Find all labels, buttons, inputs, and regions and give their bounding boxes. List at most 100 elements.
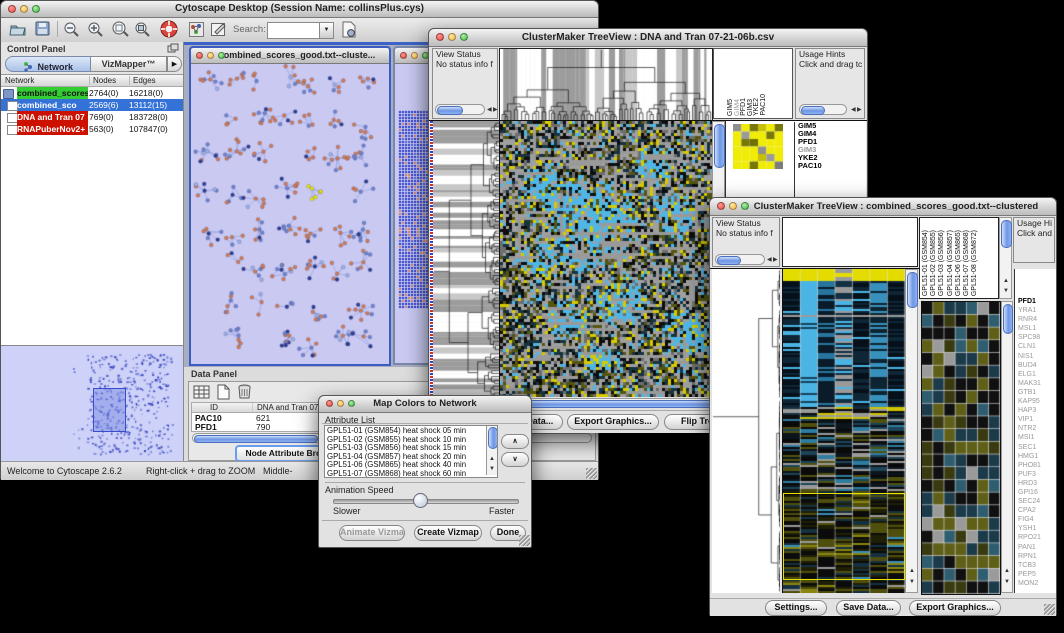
zoom-out-icon[interactable] [63, 21, 80, 38]
scroll-right-icon[interactable]: ▶ [773, 257, 778, 263]
gene-label[interactable]: GTB1 [1018, 388, 1056, 397]
gene-label[interactable]: HRD3 [1018, 479, 1056, 488]
search-dropdown-button[interactable]: ▼ [319, 22, 334, 39]
gene-label[interactable]: PFD1 [1018, 297, 1056, 306]
overview-selection-rect[interactable] [93, 388, 126, 432]
gene-label[interactable]: GIM5 [798, 122, 868, 130]
close-icon[interactable] [8, 5, 16, 13]
zoom-window-icon[interactable] [460, 33, 468, 41]
table-cell[interactable]: 790 [256, 422, 270, 432]
col-nodes[interactable]: Nodes [89, 76, 116, 85]
gene-label[interactable]: NIS1 [1018, 352, 1056, 361]
resize-grip[interactable] [1044, 604, 1055, 615]
tv2-zoom-heatmap[interactable] [921, 301, 1001, 595]
resize-grip[interactable] [586, 468, 597, 479]
close-icon[interactable] [400, 52, 407, 59]
attribute-list-item[interactable]: GPL51-07 (GSM868) heat shock 60 min [327, 470, 483, 479]
close-icon[interactable] [196, 52, 203, 59]
tv1-zoom-heatmap[interactable] [733, 124, 783, 169]
tv1-status-scrollbar[interactable] [435, 104, 485, 115]
tv2-export-graphics-button[interactable]: Export Graphics... [909, 600, 1001, 616]
scroll-up-icon[interactable]: ▲ [1003, 278, 1009, 284]
gene-label[interactable]: RNR4 [1018, 315, 1056, 324]
tv1-heatmap-hscrollbar[interactable] [501, 398, 715, 408]
tv2-status-scrollbar[interactable] [715, 254, 765, 265]
scroll-left-icon[interactable]: ◀ [851, 107, 856, 113]
id-column-header[interactable]: ID [210, 403, 218, 412]
tv2-zoom-vscrollbar[interactable]: ▲ ▼ [1001, 301, 1013, 593]
tv2-labels-vscrollbar[interactable]: ▲ ▼ [999, 217, 1012, 299]
tv1-hints-scrollbar[interactable] [799, 104, 847, 115]
scroll-down-icon[interactable]: ▼ [909, 579, 915, 585]
gene-label[interactable]: MSI1 [1018, 433, 1056, 442]
zoom-window-icon[interactable] [32, 5, 40, 13]
tab-network[interactable]: Network [5, 56, 91, 72]
search-input[interactable] [267, 22, 325, 39]
gene-label[interactable]: NTR2 [1018, 424, 1056, 433]
gene-label[interactable]: PEP5 [1018, 570, 1056, 579]
minimize-icon[interactable] [337, 400, 344, 407]
gene-label[interactable]: SEC24 [1018, 497, 1056, 506]
treeview1-titlebar[interactable]: ClusterMaker TreeView : DNA and Tran 07-… [429, 29, 867, 47]
gene-label[interactable]: VIP1 [1018, 415, 1056, 424]
scroll-right-icon[interactable]: ▶ [493, 107, 498, 113]
gene-label[interactable]: PAN1 [1018, 543, 1056, 552]
network-settings-icon[interactable] [341, 21, 357, 38]
column-label[interactable]: PAC10 [761, 94, 768, 116]
dialog-titlebar[interactable]: Map Colors to Network [319, 396, 531, 413]
gene-label[interactable]: PHO81 [1018, 461, 1056, 470]
gene-label[interactable]: MSL1 [1018, 324, 1056, 333]
gene-label[interactable]: YRA1 [1018, 306, 1056, 315]
scroll-down-icon[interactable]: ▼ [1003, 288, 1009, 294]
gene-label[interactable]: HMG1 [1018, 452, 1056, 461]
tv2-settings-button[interactable]: Settings... [765, 600, 827, 616]
new-attribute-icon[interactable] [216, 384, 231, 400]
gene-label[interactable]: PAC10 [798, 162, 868, 170]
animate-vizmap-button[interactable]: Animate Vizmap [339, 525, 405, 541]
zoom-selected-icon[interactable] [111, 21, 130, 38]
zoom-fit-icon[interactable] [134, 21, 151, 38]
gene-label[interactable]: HAP3 [1018, 406, 1056, 415]
delete-attribute-icon[interactable] [237, 384, 252, 400]
resize-grip[interactable] [519, 535, 530, 546]
column-label[interactable]: GPL51-03 (GSM856) [939, 230, 946, 296]
window-controls[interactable] [8, 5, 40, 13]
help-icon[interactable] [160, 20, 178, 38]
close-icon[interactable] [717, 202, 725, 210]
gene-label[interactable]: CPA2 [1018, 506, 1056, 515]
zoom-window-icon[interactable] [218, 52, 225, 59]
gene-label[interactable]: MON2 [1018, 579, 1056, 588]
gene-label[interactable]: MAK31 [1018, 379, 1056, 388]
scroll-down-icon[interactable]: ▼ [1004, 579, 1010, 585]
network-table-row[interactable]: combined_scores2764(0)16218(0) [1, 87, 183, 99]
col-edges[interactable]: Edges [129, 76, 156, 85]
column-label[interactable]: GPL51-04 (GSM857) [948, 230, 955, 296]
gene-label[interactable]: GIM4 [798, 130, 868, 138]
open-session-icon[interactable] [9, 21, 27, 37]
gene-label[interactable]: SPC98 [1018, 333, 1056, 342]
scroll-down-icon[interactable]: ▼ [489, 466, 495, 472]
attribute-list-vscrollbar[interactable]: ▲ ▼ [486, 426, 497, 475]
gene-label[interactable]: BUD4 [1018, 361, 1056, 370]
column-label[interactable]: GPL51-01 (GSM854) [923, 230, 930, 296]
network1-titlebar[interactable]: combined_scores_good.txt--cluste... [191, 48, 389, 64]
gene-label[interactable]: ELG1 [1018, 370, 1056, 379]
tv2-save-data-button[interactable]: Save Data... [836, 600, 901, 616]
gene-label[interactable]: YKE2 [798, 154, 868, 162]
gene-label[interactable]: YSH1 [1018, 524, 1056, 533]
tv2-row-dendrogram[interactable] [712, 269, 780, 593]
column-label[interactable]: GPL51-06 (GSM865) [956, 230, 963, 296]
minimize-icon[interactable] [448, 33, 456, 41]
gene-label[interactable]: CLN1 [1018, 342, 1056, 351]
network-table-row[interactable]: RNAPuberNov2+563(0)107847(0) [1, 123, 183, 135]
close-icon[interactable] [326, 400, 333, 407]
move-up-button[interactable]: ∧ [501, 434, 529, 449]
gene-label[interactable]: SEC1 [1018, 443, 1056, 452]
speed-slider-thumb[interactable] [413, 493, 428, 508]
scroll-left-icon[interactable]: ◀ [487, 107, 492, 113]
tv1-heatmap[interactable] [499, 121, 712, 397]
create-vizmap-button[interactable]: Create Vizmap [414, 525, 482, 541]
tv1-column-dendrogram[interactable] [499, 48, 713, 121]
gene-label[interactable]: GIM3 [798, 146, 868, 154]
main-titlebar[interactable]: Cytoscape Desktop (Session Name: collins… [1, 1, 598, 18]
